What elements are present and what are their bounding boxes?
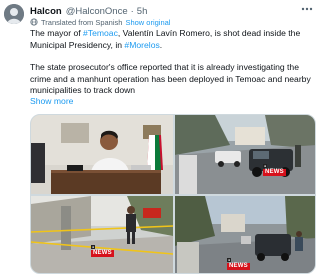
tweet-header: Halcon @HalconOnce · 5h — [30, 4, 147, 18]
text-segment: The mayor of — [30, 28, 84, 38]
paragraph-2: The state prosecutor's office reported t… — [30, 62, 311, 96]
news-channel-tag: ● — [263, 164, 268, 168]
timestamp[interactable]: 5h — [137, 6, 148, 17]
show-more-link[interactable]: Show more — [30, 96, 73, 106]
author-name[interactable]: Halcon — [30, 6, 62, 17]
photo-crime-scene-tape[interactable]: ● NEWS — [31, 196, 173, 273]
paragraph-1: The mayor of #Temoac, Valentín Lavín Rom… — [30, 28, 316, 51]
more-horizontal-icon[interactable] — [300, 3, 314, 15]
globe-icon — [30, 18, 38, 26]
avatar-silhouette-icon — [4, 4, 24, 24]
hashtag-morelos[interactable]: #Morelos — [124, 40, 159, 50]
news-channel-tag: ● — [227, 258, 232, 262]
tweet: Halcon @HalconOnce · 5h Translated from … — [0, 0, 320, 276]
photo-street-trucks[interactable]: ● NEWS — [175, 115, 315, 194]
hashtag-temoac[interactable]: #Temoac — [83, 28, 118, 38]
translation-label: Translated from Spanish — [41, 17, 123, 27]
show-original-link[interactable]: Show original — [125, 18, 170, 27]
news-badge: NEWS — [263, 169, 286, 176]
translation-note: Translated from Spanish Show original — [30, 17, 170, 27]
photo-mayor-office[interactable] — [31, 115, 173, 194]
tweet-text: The mayor of #Temoac, Valentín Lavín Rom… — [30, 28, 316, 97]
media-grid: ● NEWS ● NEWS ● NEWS — [30, 114, 316, 274]
author-handle[interactable]: @HalconOnce — [66, 6, 128, 17]
news-channel-tag: ● — [91, 245, 96, 249]
news-badge: NEWS — [227, 263, 250, 270]
photo-street-operation[interactable]: ● NEWS — [175, 196, 315, 273]
text-segment: . — [159, 39, 163, 50]
avatar[interactable] — [4, 4, 24, 24]
separator: · — [130, 5, 134, 17]
news-badge: NEWS — [91, 250, 114, 257]
